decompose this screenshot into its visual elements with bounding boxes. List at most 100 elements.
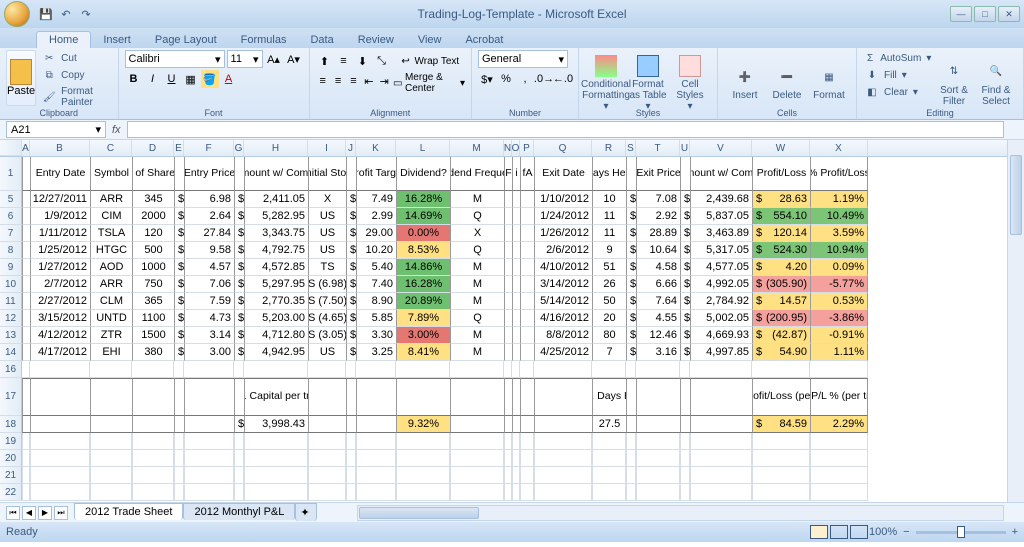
cell[interactable] [520,191,534,208]
cell[interactable]: $ [680,276,690,293]
cell[interactable]: $ [346,276,356,293]
cell[interactable]: 4/16/2012 [534,310,592,327]
cell[interactable]: 7.08 [636,191,680,208]
cell[interactable] [512,276,520,293]
cell[interactable] [234,467,244,484]
header-cell[interactable] [346,157,356,191]
header-cell[interactable] [234,157,244,191]
cell[interactable] [512,208,520,225]
cell[interactable]: 50 [592,293,626,310]
cell[interactable] [592,484,626,501]
header-cell[interactable]: # of Shares [132,157,174,191]
vertical-scrollbar[interactable] [1007,140,1024,502]
summary-label-cell[interactable] [520,378,534,416]
cell[interactable] [512,344,520,361]
header-cell[interactable]: Entry Date [30,157,90,191]
cell[interactable] [512,293,520,310]
align-top-button[interactable]: ⬆ [316,52,334,70]
cell[interactable] [30,433,90,450]
header-cell[interactable]: F [504,157,512,191]
cell[interactable]: $ [626,327,636,344]
cell[interactable]: 4.55 [636,310,680,327]
cell[interactable]: $ [680,191,690,208]
cell[interactable] [636,450,680,467]
minimize-button[interactable]: — [950,6,972,22]
cell[interactable]: $ [626,242,636,259]
cell[interactable] [512,361,520,378]
cell[interactable] [512,467,520,484]
cell[interactable]: 120 [132,225,174,242]
cell[interactable]: $ [174,327,184,344]
cell[interactable]: $ [680,259,690,276]
cell[interactable]: 3,463.89 [690,225,752,242]
cell[interactable] [234,361,244,378]
tab-home[interactable]: Home [36,31,91,48]
cell[interactable]: 2.29% [810,416,868,433]
cell[interactable] [90,416,132,433]
fill-color-button[interactable]: 🪣 [201,70,219,88]
cell[interactable]: 3/15/2012 [30,310,90,327]
cell[interactable]: $ [346,327,356,344]
header-cell[interactable]: Total Amount w/ Commission [690,157,752,191]
cell[interactable] [504,344,512,361]
col-header-O[interactable]: O [512,140,520,156]
cell[interactable]: 8.90 [356,293,396,310]
view-normal-button[interactable] [810,525,828,539]
cell[interactable]: ARR [90,276,132,293]
cell[interactable]: M [450,276,504,293]
cell[interactable]: $ [346,242,356,259]
summary-label-cell[interactable] [690,378,752,416]
summary-label-cell[interactable]: Avg. Capital per trade [244,378,308,416]
cell[interactable]: $ [680,327,690,344]
cell[interactable] [356,433,396,450]
col-header-E[interactable]: E [174,140,184,156]
row-header[interactable]: 5 [0,191,22,208]
cell[interactable]: $ [346,293,356,310]
cell[interactable] [520,208,534,225]
cell[interactable] [504,293,512,310]
indent-inc-button[interactable]: ⇥ [377,72,391,90]
col-header-I[interactable]: I [308,140,346,156]
cell[interactable] [512,191,520,208]
cell[interactable] [356,484,396,501]
cell[interactable]: $(200.95) [752,310,810,327]
close-button[interactable]: ✕ [998,6,1020,22]
cell[interactable]: 8.41% [396,344,450,361]
cell[interactable]: 8.53% [396,242,450,259]
cell[interactable] [534,467,592,484]
formula-input[interactable] [127,121,1004,138]
cell[interactable] [396,361,450,378]
cell[interactable]: 4.57 [184,259,234,276]
cell[interactable]: $54.90 [752,344,810,361]
sheet-tab-2[interactable]: 2012 Monthyl P&L [183,503,295,520]
cell[interactable] [132,484,174,501]
clear-button[interactable]: ◧Clear ▾ [863,84,933,100]
cell[interactable] [132,450,174,467]
cell[interactable]: 3/14/2012 [534,276,592,293]
col-header-V[interactable]: V [690,140,752,156]
sheet-nav-prev[interactable]: ◀ [22,506,36,520]
cell[interactable]: -3.86% [810,310,868,327]
cell[interactable] [512,433,520,450]
header-cell[interactable]: Total Amount w/ Commission [244,157,308,191]
cell[interactable] [520,225,534,242]
summary-label-cell[interactable] [450,378,504,416]
cell[interactable]: 4/12/2012 [30,327,90,344]
cell[interactable]: 80 [592,327,626,344]
col-header-H[interactable]: H [244,140,308,156]
header-cell[interactable]: Dividend Frequency [450,157,504,191]
cell[interactable]: ZTR [90,327,132,344]
cell[interactable]: $ [346,225,356,242]
column-headers[interactable]: ABCDEFGHIJKLMNOPQRSTUVWX [0,140,1024,157]
view-layout-button[interactable] [830,525,848,539]
cell[interactable] [690,361,752,378]
cell[interactable] [184,467,234,484]
format-painter-button[interactable]: 🖌Format Painter [40,84,111,110]
cell[interactable]: 10 [592,191,626,208]
row-header[interactable]: 20 [0,450,22,467]
header-cell[interactable]: i [512,157,520,191]
cell[interactable] [308,484,346,501]
format-as-table-button[interactable]: Format as Table▾ [627,50,669,117]
col-header-L[interactable]: L [396,140,450,156]
cell[interactable]: $ [234,293,244,310]
